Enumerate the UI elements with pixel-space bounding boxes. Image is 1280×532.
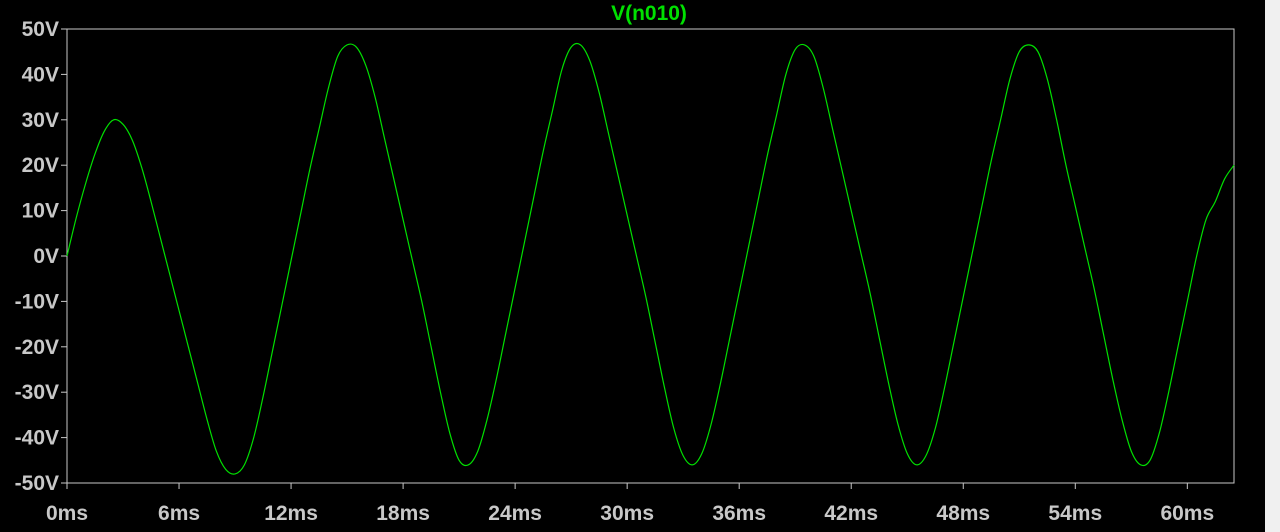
x-tick-label: 30ms <box>600 502 654 525</box>
x-tick-label: 36ms <box>712 502 766 525</box>
y-tick-label: 20V <box>22 154 59 177</box>
y-axis: 50V 40V 30V 20V 10V 0V -10V -20V -30V -40V -50V <box>15 18 67 495</box>
y-tick-label: 0V <box>33 245 59 268</box>
x-axis: 0ms 6ms 12ms 18ms 24ms 30ms 36ms 42ms 48ms 54ms 60… <box>46 483 1214 525</box>
series-layer <box>66 42 1235 475</box>
y-tick-label: -30V <box>15 381 59 404</box>
window-right-edge <box>1265 0 1280 532</box>
series-line-v-n010 <box>66 42 1235 475</box>
x-tick-label: 60ms <box>1160 502 1214 525</box>
y-tick-label: -40V <box>15 427 59 450</box>
y-tick-label: 30V <box>22 109 59 132</box>
x-tick-label: 42ms <box>824 502 878 525</box>
x-tick-label: 0ms <box>46 502 88 525</box>
x-tick-label: 54ms <box>1048 502 1102 525</box>
x-tick-label: 18ms <box>376 502 430 525</box>
y-tick-label: 50V <box>22 18 59 41</box>
y-tick-label: -50V <box>15 472 59 495</box>
plot-frame <box>66 28 1235 484</box>
x-tick-label: 6ms <box>158 502 200 525</box>
x-tick-label: 12ms <box>264 502 318 525</box>
x-tick-label: 48ms <box>936 502 990 525</box>
y-tick-label: -10V <box>15 290 59 313</box>
y-tick-label: 40V <box>22 63 59 86</box>
x-tick-label: 24ms <box>488 502 542 525</box>
trace-title[interactable]: V(n010) <box>611 2 687 25</box>
y-tick-label: 10V <box>22 200 59 223</box>
plot-window[interactable]: V(n010) 50V 40V 30V 20V 10V 0V -10V -20V -30V -40… <box>0 0 1280 532</box>
y-tick-label: -20V <box>15 336 59 359</box>
waveform-chart[interactable]: V(n010) 50V 40V 30V 20V 10V 0V -10V -20V -30V -40… <box>0 0 1280 532</box>
